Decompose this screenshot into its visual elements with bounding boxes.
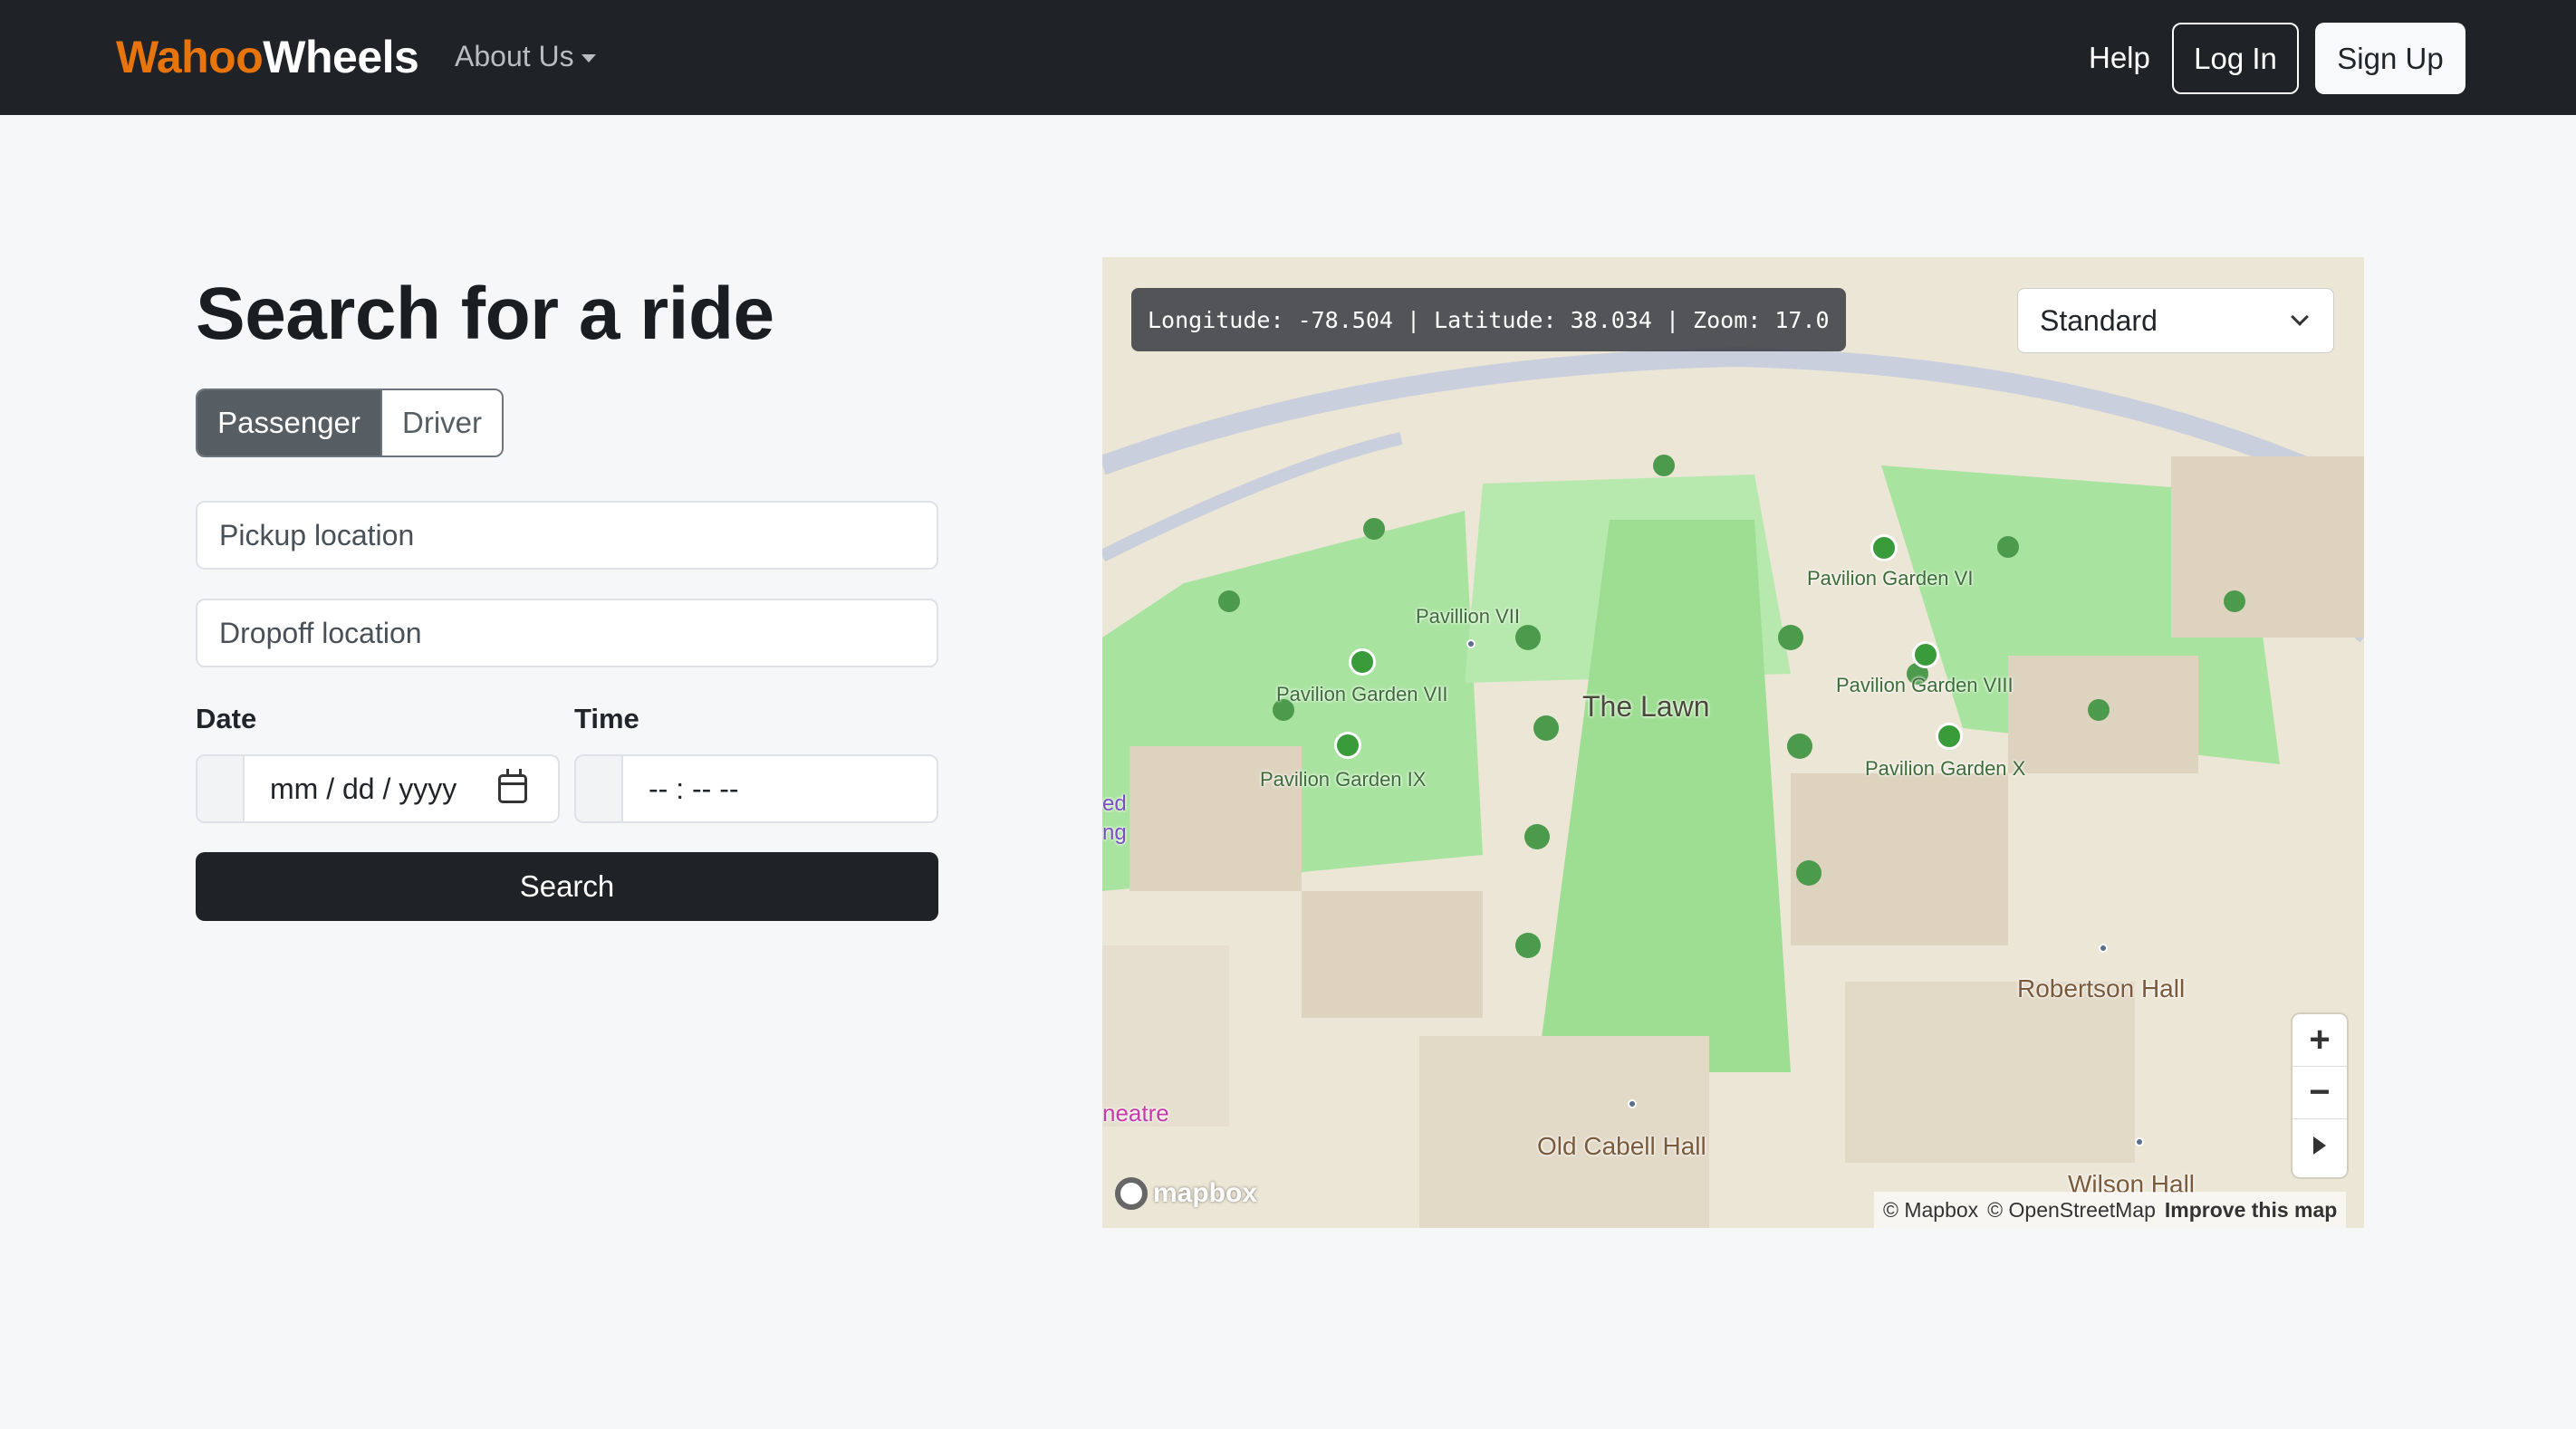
passenger-toggle[interactable]: Passenger xyxy=(197,390,380,456)
navbar: WahooWheels About Us Help Log In Sign Up xyxy=(0,0,2576,115)
pickup-location-input[interactable]: Pickup location xyxy=(196,501,938,570)
map-label-edge-1: ed xyxy=(1102,791,1127,816)
map-label-the-lawn: The Lawn xyxy=(1582,690,1710,723)
map-zoom-control: + − xyxy=(2292,1014,2347,1177)
time-input-prefix xyxy=(576,756,623,821)
attrib-osm-link[interactable]: © OpenStreetMap xyxy=(1987,1198,2156,1223)
garden-ix-pin-icon[interactable] xyxy=(1334,732,1361,759)
date-input[interactable]: mm / dd / yyyy xyxy=(245,756,558,821)
garden-vi-pin-icon[interactable] xyxy=(1870,534,1898,561)
map-style-select[interactable]: Standard xyxy=(2017,288,2334,353)
map-label-garden-vi: Pavilion Garden VI xyxy=(1807,567,1974,590)
time-input[interactable]: -- : -- -- xyxy=(623,756,937,821)
map-poi-dot xyxy=(1628,1099,1637,1108)
improve-map-link[interactable]: Improve this map xyxy=(2165,1198,2337,1223)
map-canvas xyxy=(1102,257,2364,1228)
date-input-group: mm / dd / yyyy xyxy=(196,754,560,823)
map-coordinates-readout: Longitude: -78.504 | Latitude: 38.034 | … xyxy=(1131,288,1846,351)
map-poi-dot xyxy=(2099,944,2108,953)
map-label-garden-viii: Pavilion Garden VIII xyxy=(1836,674,2014,696)
date-label: Date xyxy=(196,703,257,734)
date-input-prefix xyxy=(197,756,245,821)
attrib-mapbox-link[interactable]: © Mapbox xyxy=(1883,1198,1978,1223)
signup-button[interactable]: Sign Up xyxy=(2315,23,2465,94)
map-poi-dot xyxy=(2135,1137,2144,1146)
mapbox-logo[interactable]: mapbox xyxy=(1115,1177,1257,1210)
caret-down-icon xyxy=(581,54,596,62)
time-label: Time xyxy=(574,703,639,734)
garden-x-pin-icon[interactable] xyxy=(1936,723,1963,750)
dropoff-location-input[interactable]: Dropoff location xyxy=(196,599,938,667)
map-attribution: © Mapbox © OpenStreetMap Improve this ma… xyxy=(1874,1192,2347,1228)
map-view[interactable]: Longitude: -78.504 | Latitude: 38.034 | … xyxy=(1102,257,2364,1228)
map-label-robertson-hall: Robertson Hall xyxy=(2017,974,2186,1002)
page-title: Search for a ride xyxy=(196,273,774,355)
calendar-icon[interactable] xyxy=(498,769,527,803)
zoom-in-button[interactable]: + xyxy=(2292,1014,2347,1067)
map-label-garden-vii: Pavilion Garden VII xyxy=(1276,683,1448,705)
driver-toggle[interactable]: Driver xyxy=(380,390,502,456)
help-link[interactable]: Help xyxy=(2089,41,2150,75)
map-label-edge-2: ng xyxy=(1102,820,1127,845)
about-us-dropdown[interactable]: About Us xyxy=(455,40,596,73)
map-label-garden-x: Pavilion Garden X xyxy=(1865,757,2026,780)
mapbox-logo-icon xyxy=(1115,1177,1148,1210)
search-button[interactable]: Search xyxy=(196,852,938,921)
map-label-garden-ix: Pavilion Garden IX xyxy=(1260,768,1427,791)
map-label-pavillion-vii: Pavillion VII xyxy=(1416,605,1520,628)
compass-button[interactable] xyxy=(2292,1119,2347,1172)
map-poi-dot xyxy=(1466,639,1475,648)
map-label-theatre: neatre xyxy=(1102,1099,1169,1127)
login-button[interactable]: Log In xyxy=(2172,23,2299,94)
garden-vii-pin-icon[interactable] xyxy=(1349,648,1376,676)
zoom-out-button[interactable]: − xyxy=(2292,1067,2347,1119)
compass-icon xyxy=(2313,1136,2326,1155)
mode-toggle: Passenger Driver xyxy=(196,388,504,457)
chevron-down-icon xyxy=(2291,308,2309,326)
garden-viii-pin-icon[interactable] xyxy=(1912,641,1939,668)
map-label-old-cabell-hall: Old Cabell Hall xyxy=(1537,1132,1706,1160)
brand-logo[interactable]: WahooWheels xyxy=(116,31,419,83)
time-input-group: -- : -- -- xyxy=(574,754,938,823)
